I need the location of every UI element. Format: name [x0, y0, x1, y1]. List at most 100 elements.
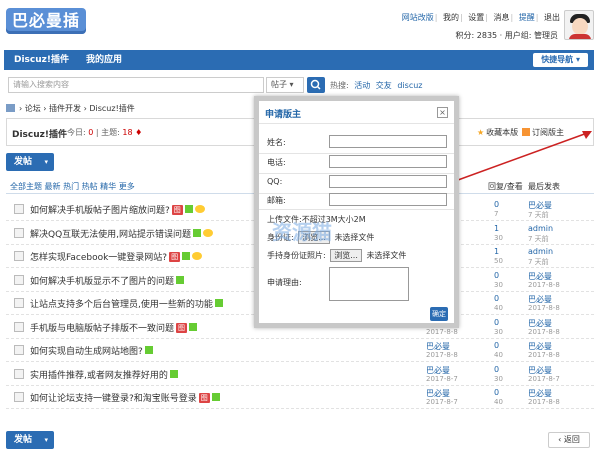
top-link-3[interactable]: 设置	[468, 13, 484, 22]
reason-textarea[interactable]	[329, 267, 409, 301]
thread-title[interactable]: 怎样实现Facebook一键登录网站? 图	[30, 250, 203, 263]
search-type-select[interactable]: 帖子 ▾	[266, 77, 304, 93]
attachment-icon	[189, 322, 198, 331]
post-date: 2017-8-7	[426, 398, 458, 406]
post-button-bottom[interactable]: 发帖 ▾	[6, 431, 54, 449]
site-header: 巴必曼插件 网站改版| 我的| 设置| 消息| 提醒| 退出 积分: 2835 …	[0, 0, 600, 56]
hot-search-item[interactable]: 交友	[376, 81, 392, 90]
breadcrumb-item[interactable]: 插件开发	[49, 104, 81, 113]
dialog-title: 申请版主	[265, 110, 302, 120]
topics-count: 18	[122, 128, 133, 137]
top-link-5[interactable]: 提醒	[519, 13, 535, 22]
avatar[interactable]	[564, 10, 594, 40]
attachment-icon	[211, 393, 220, 401]
home-icon[interactable]	[6, 104, 15, 112]
thread-title-text[interactable]: 怎样实现Facebook一键登录网站?	[30, 253, 167, 263]
holding-id-upload-row: 手持身份证照片: 浏览... 未选择文件	[267, 249, 406, 262]
search-button[interactable]	[307, 77, 325, 93]
thread-title-text[interactable]: 解决QQ互联无法使用,网站提示错误问题	[30, 230, 191, 240]
top-link-2[interactable]: 我的	[443, 13, 459, 22]
post-button-top[interactable]: 发帖 ▾	[6, 153, 54, 171]
reply-count: 0	[494, 294, 500, 303]
email-field[interactable]	[329, 193, 447, 206]
post-date: 2017-8-8	[426, 351, 458, 359]
forum-name: Discuz!插件	[12, 130, 67, 140]
divider	[259, 173, 454, 174]
attachment-icon	[214, 299, 223, 307]
submit-button[interactable]: 确定	[430, 307, 448, 321]
table-row[interactable]: 如何让论坛支持一键登录?和淘宝账号登录图巴必曼 2017-8-7 0 40 巴必曼 201…	[6, 386, 594, 409]
email-label: 邮箱:	[267, 196, 286, 205]
post-date: 2017-8-8	[426, 327, 458, 336]
hot-icon	[194, 205, 205, 213]
thread-title-text[interactable]: 如何实现自动生成网站地图?	[30, 347, 143, 357]
thread-title-text[interactable]: 如何让论坛支持一键登录?和淘宝账号登录	[30, 394, 197, 404]
forum-stats: 今日: 0 | 主题: 18 ♦	[67, 128, 143, 137]
thread-title[interactable]: 手机版与电脑版帖子排版不一致问题图	[30, 321, 198, 334]
apply-moderator-dialog: 申请版主 × 姓名: 电话: QQ: 邮箱: 上传文件:不超过3M大小2M 身份…	[254, 96, 459, 328]
chevron-down-icon: ▾	[44, 436, 48, 444]
thread-title[interactable]: 如何解决手机版显示不了图片的问题	[30, 274, 185, 287]
search-input[interactable]: 请输入搜索内容	[8, 77, 264, 93]
table-row[interactable]: 如何实现自动生成网站地图? 巴必曼 2017-8-8 0 40 巴必曼 2017-8-8	[6, 339, 594, 362]
view-count: 7	[494, 210, 499, 218]
watermark: 资源猫	[272, 220, 332, 244]
table-row[interactable]: 实用插件推荐,或者网友推荐好用的 巴必曼 2017-8-7 0 30 巴必曼 2017-8-…	[6, 363, 594, 386]
thread-title-text[interactable]: 实用插件推荐,或者网友推荐好用的	[30, 371, 168, 381]
site-logo[interactable]: 巴必曼插件	[6, 8, 86, 56]
thread-title-text[interactable]: 让站点支持多个后台管理员,使用一些新的功能	[30, 300, 213, 310]
nav-item-my-apps[interactable]: 我的应用	[86, 50, 122, 70]
thread-title-text[interactable]: 手机版与电脑版帖子排版不一致问题	[30, 324, 174, 334]
thread-title-text[interactable]: 如何解决手机版显示不了图片的问题	[30, 277, 174, 287]
qq-field[interactable]	[329, 175, 447, 188]
quick-nav-label: 快捷导航	[541, 55, 574, 64]
thread-title-text[interactable]: 如何解决手机版帖子图片缩放问题?	[30, 206, 170, 216]
last-post-time: 7 天前	[528, 211, 549, 219]
qq-label: QQ:	[267, 177, 283, 186]
name-field[interactable]	[329, 135, 447, 148]
top-link-1[interactable]: 网站改版	[402, 13, 434, 22]
thread-title[interactable]: 如何解决手机版帖子图片缩放问题? 图	[30, 203, 205, 216]
last-poster[interactable]: admin	[528, 224, 553, 233]
user-info: 积分: 2835 · 用户组: 管理员	[455, 31, 558, 40]
breadcrumb: › 论坛 › 插件开发 › Discuz!插件	[6, 103, 135, 114]
top-link-4[interactable]: 消息	[494, 13, 510, 22]
breadcrumb-item[interactable]: Discuz!插件	[89, 104, 134, 113]
back-label: 返回	[563, 435, 580, 444]
search-icon	[310, 79, 321, 90]
quick-nav-button[interactable]: 快捷导航 ▾	[533, 53, 588, 67]
last-poster[interactable]: admin	[528, 247, 553, 256]
thread-title[interactable]: 如何实现自动生成网站地图?	[30, 344, 153, 357]
view-count: 30	[494, 233, 503, 242]
back-button[interactable]: ‹ 返回	[548, 432, 590, 448]
thread-title[interactable]: 实用插件推荐,或者网友推荐好用的	[30, 368, 178, 381]
thread-title[interactable]: 如何让论坛支持一键登录?和淘宝账号登录图	[30, 391, 220, 404]
folder-icon	[14, 204, 24, 214]
browse-button[interactable]: 浏览...	[330, 249, 362, 262]
attachment-icon	[169, 369, 178, 378]
post-date: 2017-8-7	[426, 374, 458, 383]
close-icon[interactable]: ×	[437, 107, 448, 118]
view-count: 30	[494, 327, 503, 336]
top-link-6[interactable]: 退出	[544, 13, 560, 22]
view-count: 30	[494, 280, 503, 289]
fire-icon: ♦	[135, 128, 143, 137]
today-label: 今日:	[67, 128, 86, 137]
filter-tabs[interactable]: 全部主题 最新 热门 热帖 精华 更多	[10, 181, 135, 192]
view-count: 40	[494, 304, 503, 312]
last-post-time: 2017-8-8	[528, 327, 560, 336]
hot-search-item[interactable]: discuz	[397, 81, 422, 90]
thread-title[interactable]: 解决QQ互联无法使用,网站提示错误问题	[30, 227, 214, 240]
hot-search-item[interactable]: 活动	[354, 81, 370, 90]
nav-item-discuz-plugins[interactable]: Discuz!插件	[14, 50, 69, 70]
reply-count: 0	[494, 270, 500, 280]
phone-field[interactable]	[329, 155, 447, 168]
view-count: 40	[494, 351, 503, 359]
divider	[259, 123, 454, 124]
folder-icon	[14, 345, 24, 355]
folder-icon	[14, 227, 24, 238]
main-nav: Discuz!插件 我的应用 快捷导航 ▾	[4, 50, 594, 70]
thread-title[interactable]: 让站点支持多个后台管理员,使用一些新的功能	[30, 297, 223, 310]
breadcrumb-item[interactable]: 论坛	[25, 104, 41, 113]
hot-search: 热搜: 活动 交友 discuz	[330, 80, 422, 91]
